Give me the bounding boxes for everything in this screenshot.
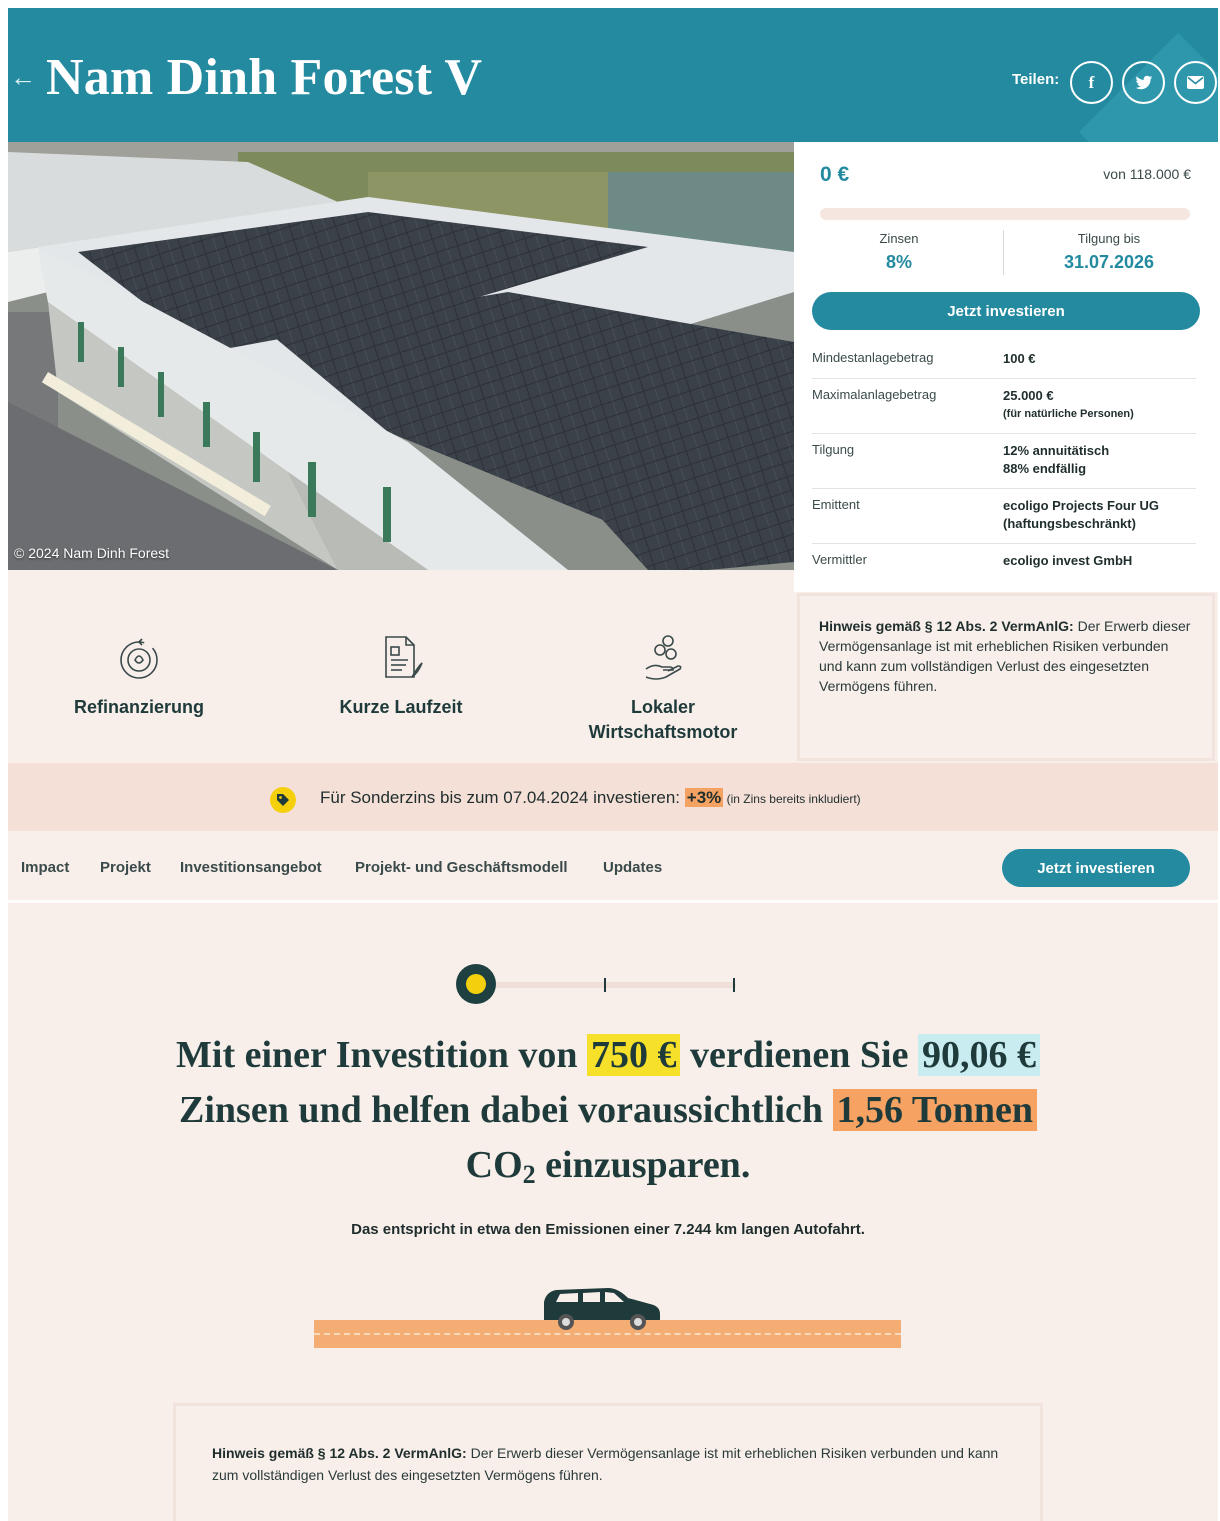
- detail-label: Tilgung: [812, 442, 855, 457]
- detail-row: Emittent ecoligo Projects Four UG (haftun…: [812, 489, 1196, 544]
- investment-slider-handle[interactable]: [456, 964, 496, 1004]
- detail-label: Mindestanlagebetrag: [812, 350, 934, 365]
- refinancing-icon: [34, 633, 244, 683]
- bonus-interest-banner: Für Sonderzins bis zum 07.04.2024 invest…: [8, 763, 1218, 831]
- nav-impact[interactable]: Impact: [21, 859, 69, 876]
- back-arrow-icon[interactable]: ←: [10, 64, 36, 90]
- car-icon: [544, 1288, 660, 1330]
- tag-icon: [270, 787, 296, 813]
- twitter-icon: [1135, 75, 1152, 89]
- repayment-label: Tilgung bis: [1077, 231, 1141, 246]
- nav-updates[interactable]: Updates: [603, 859, 662, 876]
- nav-offer[interactable]: Investitionsangebot: [180, 859, 322, 876]
- investment-slider-track[interactable]: [478, 982, 736, 988]
- detail-row: Tilgung 12% annuitätisch 88% endfällig: [812, 434, 1196, 489]
- risk-notice-bottom: Hinweis gemäß § 12 Abs. 2 VermAnlG: Der …: [173, 1403, 1043, 1521]
- feature-short-term: Kurze Laufzeit: [296, 633, 506, 720]
- photo-credit: © 2024 Nam Dinh Forest: [14, 545, 170, 561]
- repayment-stat: Tilgung bis 31.07.2026: [1034, 231, 1184, 273]
- nav-invest-button[interactable]: Jetzt investieren: [1002, 849, 1190, 887]
- interest-label: Zinsen: [879, 231, 919, 246]
- invest-now-button[interactable]: Jetzt investieren: [812, 292, 1200, 330]
- investment-details: Mindestanlagebetrag 100 € Maximalanlageb…: [812, 342, 1196, 580]
- interest-value: 8%: [885, 252, 912, 272]
- detail-value: 25.000 € (für natürliche Personen): [1003, 388, 1134, 420]
- funding-progress-bar: [820, 208, 1190, 220]
- risk-notice-title: Hinweis gemäß § 12 Abs. 2 VermAnlG:: [212, 1445, 467, 1461]
- nav-business-model[interactable]: Projekt- und Geschäftsmodell: [355, 859, 568, 876]
- co2-amount: 1,56 Tonnen: [832, 1089, 1037, 1131]
- detail-row: Mindestanlagebetrag 100 €: [812, 342, 1196, 379]
- share-label: Teilen:: [1012, 71, 1060, 88]
- funding-target: von 118.000 €: [1103, 166, 1191, 182]
- project-photo: © 2024 Nam Dinh Forest: [8, 142, 794, 570]
- interest-stat: Zinsen 8%: [834, 231, 964, 273]
- investment-amount: 750 €: [586, 1034, 681, 1076]
- page: ← Nam Dinh Forest V Teilen: f © 2024 Nam…: [8, 8, 1218, 1521]
- detail-row: Vermittler ecoligo invest GmbH: [812, 544, 1196, 580]
- detail-value: ecoligo invest GmbH: [1003, 553, 1133, 568]
- funded-amount: 0 €: [820, 163, 850, 186]
- slider-tick: [604, 978, 606, 992]
- twitter-share-button[interactable]: [1122, 61, 1165, 104]
- facebook-share-button[interactable]: f: [1070, 61, 1113, 104]
- section-nav: Impact Projekt Investitionsangebot Proje…: [8, 831, 1218, 903]
- header: ← Nam Dinh Forest V Teilen: f: [8, 8, 1218, 142]
- document-icon: [296, 633, 506, 683]
- bonus-rate: +3%: [684, 788, 724, 807]
- mail-share-button[interactable]: [1174, 61, 1217, 104]
- page-title: Nam Dinh Forest V: [46, 49, 483, 106]
- repayment-value: 31.07.2026: [1063, 252, 1155, 272]
- detail-value: 12% annuitätisch 88% endfällig: [1003, 443, 1110, 476]
- detail-label: Maximalanlagebetrag: [812, 387, 937, 402]
- investment-card: 0 € von 118.000 € Zinsen 8% Tilgung bis …: [794, 142, 1218, 592]
- detail-row: Maximalanlagebetrag 25.000 € (für natürli…: [812, 379, 1196, 434]
- nav-project[interactable]: Projekt: [100, 859, 151, 876]
- emission-equivalent: Das entspricht in etwa den Emissionen ei…: [351, 1221, 865, 1238]
- slider-tick: [733, 978, 735, 992]
- feature-label: Kurze Laufzeit: [339, 697, 463, 717]
- impact-headline: Mit einer Investition von 750 € verdiene…: [158, 1028, 1058, 1202]
- feature-label: Refinanzierung: [73, 697, 204, 717]
- detail-value: ecoligo Projects Four UG (haftungsbeschrä…: [1003, 498, 1160, 531]
- detail-label: Emittent: [812, 497, 860, 512]
- feature-label: Lokaler Wirtschaftsmotor: [588, 697, 738, 742]
- facebook-icon: f: [1088, 72, 1095, 92]
- feature-refinancing: Refinanzierung: [34, 633, 244, 720]
- coins-hand-icon: [558, 633, 768, 683]
- stat-divider: [1003, 230, 1004, 275]
- detail-label: Vermittler: [812, 552, 867, 567]
- mail-icon: [1187, 76, 1204, 89]
- feature-local-economy: Lokaler Wirtschaftsmotor: [558, 633, 768, 745]
- detail-value: 100 €: [1003, 351, 1036, 366]
- interest-amount: 90,06 €: [917, 1034, 1040, 1076]
- risk-notice-title: Hinweis gemäß § 12 Abs. 2 VermAnlG:: [819, 618, 1074, 634]
- bonus-text: Für Sonderzins bis zum 07.04.2024 invest…: [320, 788, 861, 807]
- risk-notice: Hinweis gemäß § 12 Abs. 2 VermAnlG: Der …: [797, 593, 1215, 761]
